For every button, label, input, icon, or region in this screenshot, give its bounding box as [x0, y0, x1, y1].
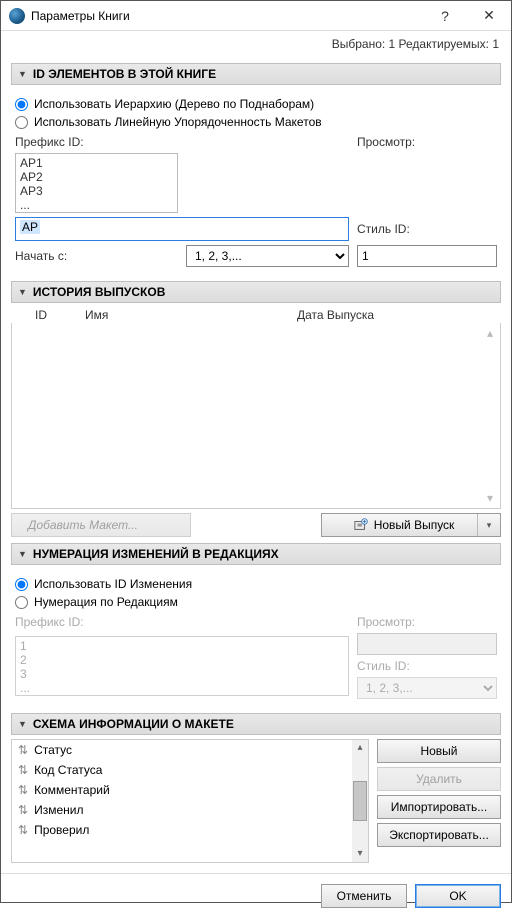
new-issue-button[interactable]: Новый Выпуск [321, 513, 501, 537]
scroll-up-icon[interactable]: ▴ [482, 325, 498, 341]
preview-item: АР1 [20, 156, 173, 170]
scroll-up-icon[interactable]: ▴ [357, 740, 362, 756]
section-history-header[interactable]: ▼ ИСТОРИЯ ВЫПУСКОВ [11, 281, 501, 303]
col-id: ID [35, 308, 85, 322]
radio-by-revision[interactable] [15, 596, 28, 609]
num-style-select: 1, 2, 3,... [357, 677, 497, 699]
num-preview-label: Просмотр: [357, 615, 497, 629]
history-table[interactable]: ▴ ▾ [11, 323, 501, 509]
new-field-button[interactable]: Новый [377, 739, 501, 763]
list-item[interactable]: ⇅ Изменил [12, 800, 368, 820]
grip-icon[interactable]: ⇅ [18, 764, 28, 776]
window-title: Параметры Книги [31, 9, 423, 23]
section-numbering-header[interactable]: ▼ НУМЕРАЦИЯ ИЗМЕНЕНИЙ В РЕДАКЦИЯХ [11, 543, 501, 565]
section-schema-title: СХЕМА ИНФОРМАЦИИ О МАКЕТЕ [33, 717, 234, 731]
section-id-elements-title: ID ЭЛЕМЕНТОВ В ЭТОЙ КНИГЕ [33, 67, 216, 81]
radio-use-change-id[interactable] [15, 578, 28, 591]
section-numbering-title: НУМЕРАЦИЯ ИЗМЕНЕНИЙ В РЕДАКЦИЯХ [33, 547, 279, 561]
list-item-label: Комментарий [34, 783, 110, 797]
chevron-down-icon: ▼ [18, 549, 27, 559]
chevron-down-icon: ▼ [18, 719, 27, 729]
prefix-label: Префикс ID: [15, 135, 349, 149]
prefix-input[interactable]: АР [15, 217, 349, 241]
num-prefix-label: Префикс ID: [15, 615, 349, 629]
preview-item: АР2 [20, 170, 173, 184]
add-layout-button: Добавить Макет... [11, 513, 191, 537]
preview-item: 1 [20, 639, 344, 653]
preview-item: ... [20, 198, 173, 212]
radio-use-change-id-label[interactable]: Использовать ID Изменения [34, 577, 192, 591]
list-item[interactable]: ⇅ Код Статуса [12, 760, 368, 780]
list-item[interactable]: ⇅ Статус [12, 740, 368, 760]
list-item[interactable]: ⇅ Комментарий [12, 780, 368, 800]
ok-button[interactable]: OK [415, 884, 501, 908]
num-preview-box: 1 2 3 ... [15, 636, 349, 696]
help-button[interactable]: ? [423, 1, 467, 31]
export-button[interactable]: Экспортировать... [377, 823, 501, 847]
preview-item: АР3 [20, 184, 173, 198]
grip-icon[interactable]: ⇅ [18, 744, 28, 756]
schema-list[interactable]: ⇅ Статус ⇅ Код Статуса ⇅ Комментарий ⇅ Измен… [11, 739, 369, 863]
num-style-label: Стиль ID: [357, 659, 497, 673]
grip-icon[interactable]: ⇅ [18, 784, 28, 796]
radio-linear[interactable] [15, 116, 28, 129]
list-item-label: Проверил [34, 823, 89, 837]
style-label: Стиль ID: [357, 222, 497, 236]
list-item-label: Статус [34, 743, 72, 757]
selection-status: Выбрано: 1 Редактируемых: 1 [1, 31, 511, 57]
import-button[interactable]: Импортировать... [377, 795, 501, 819]
cancel-button[interactable]: Отменить [321, 884, 407, 908]
list-item[interactable]: ⇅ Проверил [12, 820, 368, 840]
start-input[interactable] [357, 245, 497, 267]
new-issue-label: Новый Выпуск [374, 518, 455, 532]
radio-hierarchy-label[interactable]: Использовать Иерархию (Дерево по Поднабо… [34, 97, 314, 111]
radio-linear-label[interactable]: Использовать Линейную Упорядоченность Ма… [34, 115, 322, 129]
preview-item: 3 [20, 667, 344, 681]
new-issue-icon [354, 518, 368, 532]
start-label: Начать с: [15, 249, 178, 263]
col-date: Дата Выпуска [297, 308, 457, 322]
radio-by-revision-label[interactable]: Нумерация по Редакциям [34, 595, 178, 609]
prefix-value: АР [20, 220, 40, 234]
preview-item: 2 [20, 653, 344, 667]
delete-field-button: Удалить [377, 767, 501, 791]
col-name: Имя [85, 308, 297, 322]
scroll-down-icon[interactable]: ▾ [482, 490, 498, 506]
list-item-label: Изменил [34, 803, 83, 817]
section-id-elements-header[interactable]: ▼ ID ЭЛЕМЕНТОВ В ЭТОЙ КНИГЕ [11, 63, 501, 85]
preview-label: Просмотр: [357, 135, 497, 149]
section-history-title: ИСТОРИЯ ВЫПУСКОВ [33, 285, 165, 299]
scroll-down-icon[interactable]: ▾ [357, 846, 362, 862]
radio-hierarchy[interactable] [15, 98, 28, 111]
section-schema-header[interactable]: ▼ СХЕМА ИНФОРМАЦИИ О МАКЕТЕ [11, 713, 501, 735]
chevron-down-icon: ▼ [18, 287, 27, 297]
preview-item: ... [20, 681, 344, 695]
close-button[interactable]: ✕ [467, 1, 511, 31]
app-icon [9, 8, 25, 24]
preview-box: АР1 АР2 АР3 ... [15, 153, 178, 213]
chevron-down-icon: ▼ [18, 69, 27, 79]
scroll-thumb[interactable] [353, 781, 367, 821]
grip-icon[interactable]: ⇅ [18, 824, 28, 836]
grip-icon[interactable]: ⇅ [18, 804, 28, 816]
style-select[interactable]: 1, 2, 3,... [186, 245, 349, 267]
num-prefix-input [357, 633, 497, 655]
list-item-label: Код Статуса [34, 763, 102, 777]
scrollbar[interactable]: ▴ ▾ [352, 740, 368, 862]
